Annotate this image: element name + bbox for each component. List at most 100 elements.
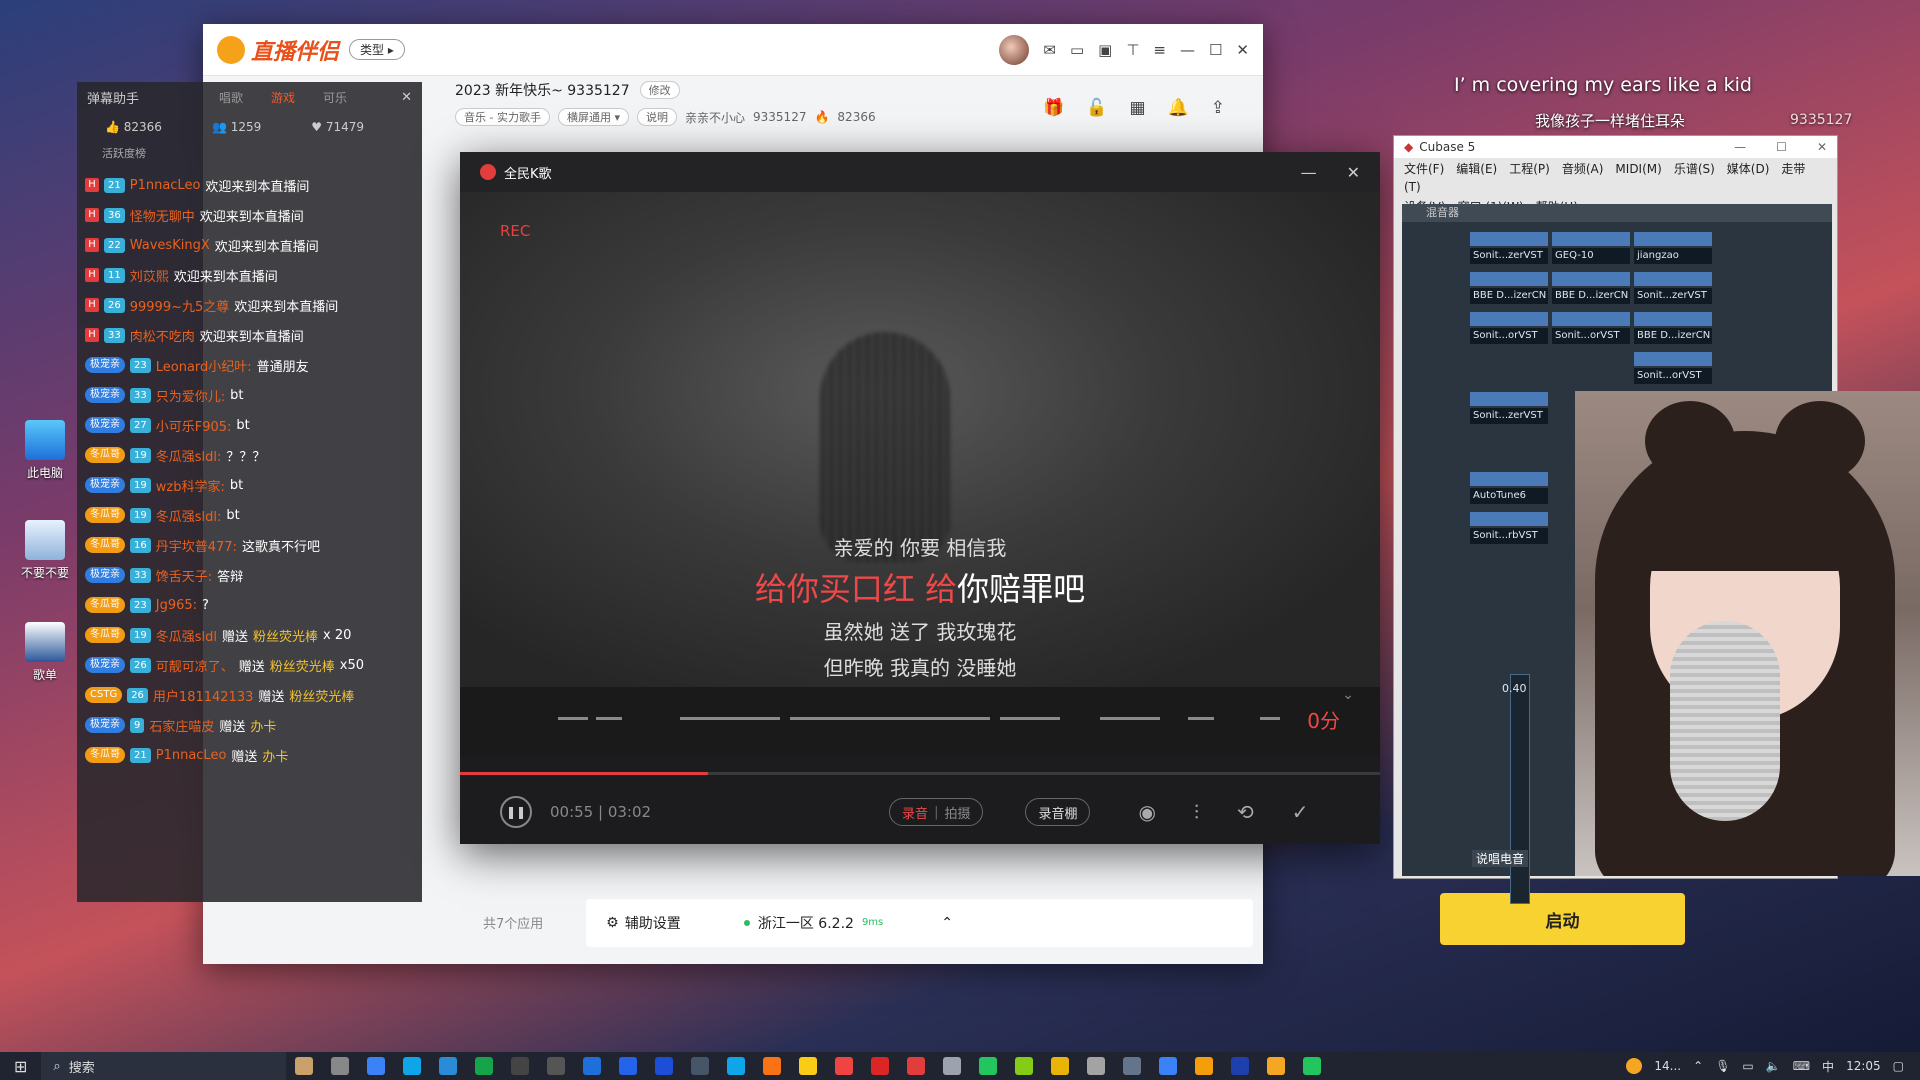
assist-settings-button[interactable]: 辅助设置: [625, 913, 681, 933]
chat-username[interactable]: Jg965:: [156, 598, 197, 613]
taskbar-app-icon[interactable]: [511, 1057, 530, 1075]
chat-username[interactable]: 99999~九5之尊: [130, 296, 230, 315]
insert-slot-header[interactable]: [1552, 312, 1630, 326]
cubase-menu-item[interactable]: MIDI(M): [1615, 162, 1661, 176]
insert-slot-header[interactable]: [1470, 232, 1548, 246]
taskbar-app-icon[interactable]: [1051, 1057, 1070, 1075]
minimize-icon[interactable]: —: [1301, 163, 1317, 182]
close-icon[interactable]: ✕: [1817, 140, 1827, 154]
tab-sing[interactable]: 唱歌: [219, 89, 243, 106]
gift-username[interactable]: 石家庄喵皮: [149, 716, 214, 735]
insert-slot-header[interactable]: [1470, 472, 1548, 486]
shirt-icon[interactable]: ⊤: [1126, 41, 1139, 59]
server-name[interactable]: 浙江一区 6.2.2: [758, 913, 854, 933]
cubase-menu-item[interactable]: 音频(A): [1562, 162, 1604, 176]
desc-button[interactable]: 说明: [637, 108, 677, 126]
windows-start-icon[interactable]: ⊞: [14, 1057, 27, 1076]
layout-dropdown[interactable]: 横屏通用 ▾: [557, 108, 629, 126]
loop-icon[interactable]: ⟲: [1237, 800, 1254, 824]
cubase-menu-item[interactable]: 媒体(D): [1727, 162, 1770, 176]
insert-slot[interactable]: BBE D...izerCN: [1634, 328, 1712, 344]
taskbar-app-icon[interactable]: [547, 1057, 566, 1075]
finish-check-icon[interactable]: ✓: [1292, 800, 1309, 824]
taskbar-app-icon[interactable]: [1123, 1057, 1142, 1075]
equalizer-icon[interactable]: ⫶: [1194, 800, 1199, 824]
taskbar-app-icon[interactable]: [1087, 1057, 1106, 1075]
insert-slot[interactable]: GEQ-10: [1552, 248, 1630, 264]
taskbar-app-icon[interactable]: [943, 1057, 962, 1075]
type-dropdown[interactable]: 类型 ▸: [349, 39, 405, 60]
edit-title-button[interactable]: 修改: [639, 81, 680, 99]
taskbar-app-icon[interactable]: [367, 1057, 386, 1075]
taskbar-app-icon[interactable]: [763, 1057, 782, 1075]
layout-icon[interactable]: ▦: [1130, 98, 1146, 118]
insert-slot-header[interactable]: [1552, 272, 1630, 286]
network-icon[interactable]: ▭: [1742, 1059, 1753, 1073]
activity-rank-label[interactable]: 活跃度榜: [102, 145, 146, 161]
insert-slot-header[interactable]: [1552, 232, 1630, 246]
taskbar-app-icon[interactable]: [799, 1057, 818, 1075]
taskbar-app-icon[interactable]: [583, 1057, 602, 1075]
desktop-icon-word[interactable]: 歌单: [14, 622, 76, 683]
taskbar-search[interactable]: ⌕ 搜索: [41, 1052, 287, 1080]
taskbar-app-icon[interactable]: [1267, 1057, 1286, 1075]
taskbar-app-icon[interactable]: [439, 1057, 458, 1075]
tab-cola[interactable]: 可乐: [323, 89, 347, 106]
chat-username[interactable]: 冬瓜强sldl:: [156, 506, 222, 525]
taskbar-app-icon[interactable]: [655, 1057, 674, 1075]
insert-slot[interactable]: jiangzao: [1634, 248, 1712, 264]
gift-username[interactable]: 可靓可凉了、: [156, 656, 234, 675]
taskbar-app-icon[interactable]: [907, 1057, 926, 1075]
taskbar-app-icon[interactable]: [295, 1057, 314, 1075]
close-icon[interactable]: ✕: [1347, 163, 1360, 182]
chevron-up-icon[interactable]: ⌃: [1693, 1059, 1703, 1073]
chat-username[interactable]: P1nnacLeo: [130, 178, 201, 193]
minimize-icon[interactable]: —: [1734, 140, 1746, 154]
taskbar-app-icon[interactable]: [1303, 1057, 1322, 1075]
chat-username[interactable]: WavesKingX: [130, 238, 210, 253]
camera-icon[interactable]: ◉: [1138, 800, 1155, 824]
clock[interactable]: 12:05: [1846, 1059, 1881, 1073]
user-avatar[interactable]: [999, 34, 1030, 65]
taskbar-app-icon[interactable]: [1159, 1057, 1178, 1075]
notification-icon[interactable]: ▢: [1893, 1059, 1904, 1073]
insert-slot-header[interactable]: [1634, 272, 1712, 286]
insert-slot-header[interactable]: [1470, 392, 1548, 406]
maximize-icon[interactable]: ☐: [1776, 140, 1787, 154]
chat-username[interactable]: Leonard小纪叶:: [156, 356, 252, 375]
weather-icon[interactable]: [1626, 1058, 1643, 1074]
taskbar-app-icon[interactable]: [403, 1057, 422, 1075]
cubase-menu-item[interactable]: 编辑(E): [1456, 162, 1497, 176]
booth-button[interactable]: 录音棚: [1025, 798, 1091, 826]
menu-icon[interactable]: ≡: [1153, 41, 1166, 59]
insert-slot-header[interactable]: [1470, 512, 1548, 526]
cubase-menu-item[interactable]: 工程(P): [1509, 162, 1550, 176]
insert-slot[interactable]: Sonit...orVST: [1552, 328, 1630, 344]
volume-icon[interactable]: 🔈: [1766, 1059, 1781, 1073]
pause-button[interactable]: ❚❚: [500, 796, 532, 828]
keyboard-icon[interactable]: ⌨: [1793, 1059, 1810, 1073]
mail-icon[interactable]: ✉: [1043, 41, 1056, 59]
insert-slot[interactable]: Sonit...zerVST: [1470, 248, 1548, 264]
taskbar-app-icon[interactable]: [727, 1057, 746, 1075]
taskbar-app-icon[interactable]: [1231, 1057, 1250, 1075]
insert-slot-header[interactable]: [1634, 352, 1712, 366]
disk-icon[interactable]: ▣: [1098, 41, 1112, 59]
category-pill[interactable]: 音乐 - 实力歌手: [455, 108, 550, 126]
chat-username[interactable]: 怪物无聊中: [130, 206, 195, 225]
lock-icon[interactable]: 🔓: [1086, 98, 1107, 118]
gift-box-icon[interactable]: 🎁: [1043, 98, 1064, 118]
taskbar-app-icon[interactable]: [1015, 1057, 1034, 1075]
insert-slot[interactable]: Sonit...zerVST: [1470, 408, 1548, 424]
record-mode-toggle[interactable]: 录音 | 拍摄: [889, 798, 984, 826]
record-video-option[interactable]: 拍摄: [944, 803, 970, 822]
song-progress[interactable]: [460, 772, 1380, 775]
desktop-icon-this-pc[interactable]: 此电脑: [14, 420, 76, 481]
minimize-icon[interactable]: —: [1180, 41, 1195, 59]
chat-username[interactable]: 冬瓜强sldl:: [156, 446, 222, 465]
chat-username[interactable]: 只为爱你儿:: [156, 386, 225, 405]
mic-icon[interactable]: 🎙: [1715, 1059, 1730, 1073]
chat-username[interactable]: 肉松不吃肉: [130, 326, 195, 345]
taskbar-app-icon[interactable]: [619, 1057, 638, 1075]
taskbar-app-icon[interactable]: [475, 1057, 494, 1075]
